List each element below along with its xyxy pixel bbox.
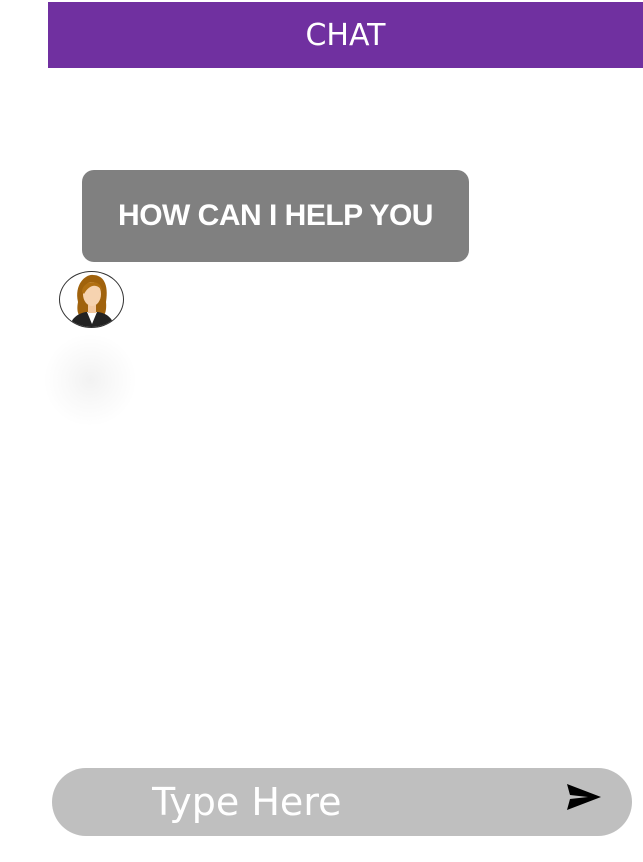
typing-indicator-shadow [40, 335, 140, 425]
message-composer [52, 768, 632, 836]
female-agent-avatar-icon [59, 271, 124, 328]
send-button[interactable] [564, 780, 604, 814]
chat-app: CHAT HOW CAN I HELP YOU [0, 0, 643, 862]
chat-title: CHAT [305, 17, 386, 53]
agent-message-bubble: HOW CAN I HELP YOU [82, 170, 469, 262]
send-icon [567, 784, 601, 810]
message-input[interactable] [152, 768, 532, 836]
agent-message-text: HOW CAN I HELP YOU [118, 199, 433, 232]
chat-header: CHAT [48, 2, 643, 68]
